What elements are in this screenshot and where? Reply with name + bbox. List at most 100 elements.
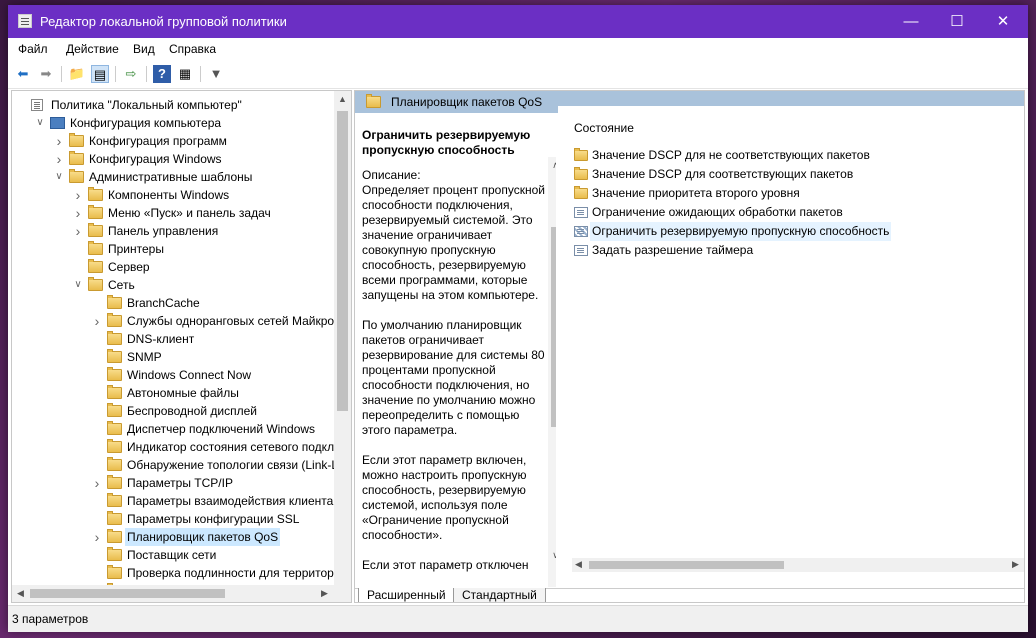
menu-view[interactable]: Вид <box>133 42 155 56</box>
scroll-left-icon[interactable]: ◀ <box>12 585 29 602</box>
tree-item[interactable]: Принтеры <box>12 240 332 258</box>
tree-item-label: Принтеры <box>108 242 164 256</box>
chevron-down-icon[interactable]: ∨ <box>54 168 64 186</box>
policy-setting-icon <box>574 207 588 218</box>
tree-item[interactable]: › Конфигурация Windows <box>12 150 332 168</box>
menu-file[interactable]: Файл <box>18 42 48 56</box>
tree-item[interactable]: Параметры конфигурации SSL <box>12 510 332 528</box>
chevron-down-icon[interactable]: ∨ <box>35 114 45 132</box>
chevron-right-icon[interactable]: › <box>54 132 64 150</box>
chevron-right-icon[interactable]: › <box>92 474 102 492</box>
console-tree-icon[interactable]: ▤ <box>91 65 109 83</box>
tree-item[interactable]: Индикатор состояния сетевого подключения <box>12 438 351 456</box>
folder-up-icon[interactable]: 📁 <box>68 65 86 83</box>
tree-item[interactable]: ∨ Сеть <box>12 276 332 294</box>
tree-item[interactable]: Windows Connect Now <box>12 366 332 384</box>
list-item[interactable]: Значение DSCP для не соответствующих пак… <box>572 146 1012 165</box>
tree-item[interactable]: Автономные файлы <box>12 384 332 402</box>
list-item-label: Значение DSCP для соответствующих пакето… <box>592 167 854 181</box>
minimize-button[interactable]: — <box>888 5 934 38</box>
scroll-right-icon[interactable]: ▶ <box>316 585 333 602</box>
scroll-down-icon[interactable]: ∨ <box>547 547 556 564</box>
folder-icon <box>107 385 122 399</box>
scroll-right-icon[interactable]: ▶ <box>1007 556 1024 573</box>
tree-item[interactable]: ∨ Конфигурация компьютера <box>12 114 332 132</box>
toolbar-separator <box>61 66 62 82</box>
folder-icon <box>88 205 103 219</box>
tree-item[interactable]: DNS-клиент <box>12 330 332 348</box>
menu-action[interactable]: Действие <box>66 42 119 56</box>
list-item[interactable]: Ограничить резервируемую пропускную спос… <box>572 222 1012 241</box>
folder-icon <box>366 94 381 108</box>
tree-item[interactable]: BranchCache <box>12 294 332 312</box>
tree-item[interactable]: Параметры взаимодействия клиента Di <box>12 492 348 510</box>
tree-item[interactable]: › Конфигурация программ <box>12 132 332 150</box>
tab-extended[interactable]: Расширенный <box>358 588 455 602</box>
tree-item-label: SNMP <box>127 350 162 364</box>
tree-item[interactable]: SNMP <box>12 348 332 366</box>
scroll-up-icon[interactable]: ∧ <box>547 157 556 174</box>
folder-icon <box>88 223 103 237</box>
export-list-icon[interactable]: ⇨ <box>122 65 140 83</box>
list-item[interactable]: Значение DSCP для соответствующих пакето… <box>572 165 1012 184</box>
column-header-state[interactable]: Состояние <box>574 121 634 135</box>
tree-item-label: Параметры конфигурации SSL <box>127 512 300 526</box>
list-item[interactable]: Ограничение ожидающих обработки пакетов <box>572 203 1012 222</box>
tree-item-label: Сеть <box>108 278 135 292</box>
chevron-right-icon[interactable]: › <box>92 312 102 330</box>
chevron-right-icon[interactable]: › <box>73 186 83 204</box>
tree-item[interactable]: › Меню «Пуск» и панель задач <box>12 204 332 222</box>
folder-icon <box>69 133 84 147</box>
tree-item-label: Автономные файлы <box>127 386 239 400</box>
back-arrow-icon[interactable]: ⬅ <box>14 65 32 83</box>
help-icon[interactable]: ? <box>153 65 171 83</box>
chevron-right-icon[interactable]: › <box>92 528 102 546</box>
folder-icon <box>107 421 122 435</box>
list-hscroll-thumb[interactable] <box>589 561 784 569</box>
tree-scroll-thumb[interactable] <box>337 111 348 411</box>
setting-description: Описание: Определяет процент пропускной … <box>362 168 545 572</box>
description-scroll-thumb[interactable] <box>551 227 556 427</box>
tree-item[interactable]: Обнаружение топологии связи (Link-Layer) <box>12 456 351 474</box>
tree-item[interactable]: Политика "Локальный компьютер" <box>12 96 332 114</box>
tree-item[interactable]: Беспроводной дисплей <box>12 402 332 420</box>
tree-item[interactable]: › Планировщик пакетов QoS <box>12 528 332 546</box>
tree-item[interactable]: ∨ Административные шаблоны <box>12 168 332 186</box>
tree-vertical-scrollbar[interactable]: ▲ <box>334 91 351 585</box>
filter-icon[interactable]: ▼ <box>207 65 225 83</box>
chevron-down-icon[interactable]: ∨ <box>73 276 83 294</box>
tree-item-label: Конфигурация Windows <box>89 152 222 166</box>
tree-item[interactable]: Проверка подлинности для территории <box>12 564 347 582</box>
tree-item-label: Конфигурация программ <box>89 134 227 148</box>
tree-item[interactable]: › Параметры TCP/IP <box>12 474 332 492</box>
chevron-right-icon[interactable]: › <box>54 150 64 168</box>
list-item-label: Задать разрешение таймера <box>592 243 754 257</box>
scroll-up-icon[interactable]: ▲ <box>334 91 351 108</box>
tree-item[interactable]: › Службы одноранговых сетей Майкрософт <box>12 312 351 330</box>
tree-item[interactable]: Диспетчер подключений Windows <box>12 420 332 438</box>
list-item[interactable]: Значение приоритета второго уровня <box>572 184 1012 203</box>
tree-item[interactable]: Сервер <box>12 258 332 276</box>
maximize-button[interactable]: ☐ <box>934 5 980 38</box>
list-horizontal-scrollbar[interactable]: ◀ ▶ <box>572 558 1024 572</box>
folder-icon <box>88 187 103 201</box>
chevron-right-icon[interactable]: › <box>73 222 83 240</box>
close-button[interactable]: ✕ <box>980 5 1026 38</box>
tree-item[interactable]: › Панель управления <box>12 222 332 240</box>
folder-icon <box>88 241 103 255</box>
tree-item[interactable]: › Компоненты Windows <box>12 186 332 204</box>
scroll-left-icon[interactable]: ◀ <box>570 556 587 573</box>
description-scrollbar[interactable]: ∧ ∨ <box>548 157 556 587</box>
tree-item-label: Компоненты Windows <box>108 188 230 202</box>
status-bar: 3 параметров <box>8 605 1028 632</box>
tab-standard[interactable]: Стандартный <box>453 588 546 602</box>
forward-arrow-icon[interactable]: ➡ <box>37 65 55 83</box>
chevron-right-icon[interactable]: › <box>73 204 83 222</box>
tree-hscroll-thumb[interactable] <box>30 589 225 598</box>
tree-item[interactable]: Поставщик сети <box>12 546 332 564</box>
properties-icon[interactable]: ▦ <box>176 65 194 83</box>
tree-horizontal-scrollbar[interactable]: ◀ ▶ <box>12 585 351 602</box>
list-item[interactable]: Задать разрешение таймера <box>572 241 1012 260</box>
menu-help[interactable]: Справка <box>169 42 216 56</box>
list-item-label: Значение приоритета второго уровня <box>592 186 800 200</box>
